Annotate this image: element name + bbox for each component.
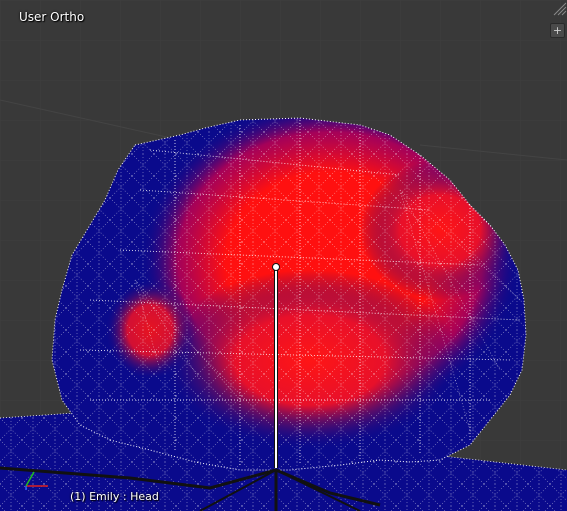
- axis-gizmo-icon: [25, 471, 48, 490]
- 3d-viewport[interactable]: User Ortho + (1) Emily : Head: [0, 0, 567, 511]
- active-object-label: (1) Emily : Head: [70, 490, 159, 503]
- properties-toggle-button[interactable]: +: [550, 23, 565, 38]
- resize-corner-icon[interactable]: [550, 0, 567, 16]
- view-title: User Ortho: [19, 10, 85, 24]
- scene-canvas[interactable]: [0, 0, 567, 511]
